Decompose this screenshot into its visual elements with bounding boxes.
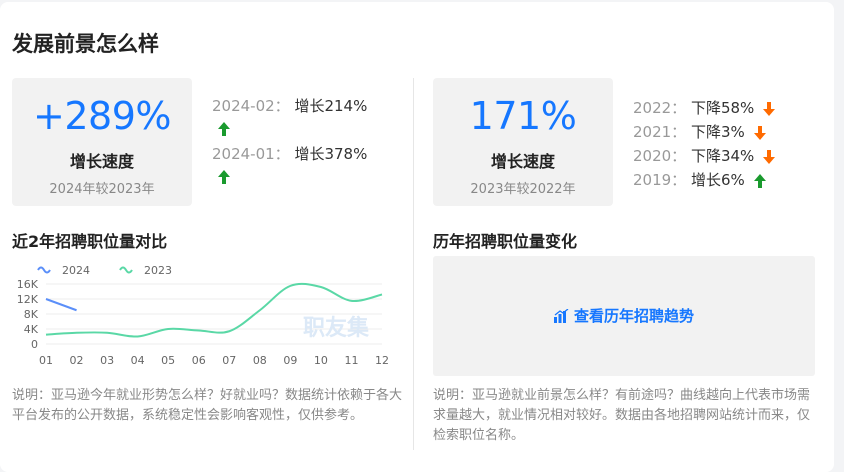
y-tick-label: 4K: [24, 323, 39, 336]
view-history-trend-label: 查看历年招聘趋势: [573, 307, 694, 325]
growth-speed-value: +289%: [33, 94, 171, 138]
x-tick-label: 05: [161, 354, 175, 367]
x-tick-label: 02: [70, 354, 84, 367]
growth-speed-value: 171%: [469, 94, 577, 138]
growth-item: 2024-01： 增长378%: [212, 142, 367, 166]
growth-period: 2024-01：: [212, 145, 290, 163]
growth-speed-label: 增长速度: [490, 152, 555, 171]
arrow-up-icon: [753, 173, 766, 188]
y-tick-label: 12K: [17, 293, 39, 306]
growth-change: 下降3%: [690, 123, 745, 141]
x-tick-label: 06: [192, 354, 206, 367]
growth-period: 2024-02：: [212, 97, 290, 115]
note-right: 说明：亚马逊就业前景怎么样？有前途吗？曲线越向上代表市场需求量越大，就业情况相对…: [433, 388, 811, 443]
x-tick-label: 07: [222, 354, 236, 367]
page-title: 发展前景怎么样: [12, 32, 159, 56]
x-tick-label: 10: [314, 354, 328, 367]
note-left: 说明：亚马逊今年就业形势怎么样？好就业吗？数据统计依赖于各大平台发布的公开数据，…: [12, 388, 403, 423]
growth-change: 增长214%: [294, 97, 368, 115]
legend-label-2024: 2024: [62, 264, 90, 277]
x-tick-label: 12: [375, 354, 389, 367]
arrow-down-icon: [753, 125, 766, 140]
column-divider: [413, 78, 414, 450]
growth-speed-comparison: 2024年较2023年: [49, 182, 155, 197]
growth-period: 2022：: [633, 99, 687, 117]
growth-change: 增长378%: [294, 145, 368, 163]
watermark: 职友集: [303, 315, 370, 341]
series-line-2024[interactable]: [45, 298, 77, 312]
arrow-down-icon: [763, 101, 776, 116]
x-tick-label: 04: [131, 354, 145, 367]
y-tick-label: 0: [31, 338, 38, 351]
x-tick-label: 08: [253, 354, 267, 367]
growth-item: 2020： 下降34%: [633, 144, 776, 168]
growth-speed-box-2024: +289% 增长速度 2024年较2023年: [12, 78, 192, 206]
growth-period: 2019：: [633, 171, 687, 189]
arrow-up-icon: [218, 121, 230, 136]
growth-period: 2020：: [633, 147, 687, 165]
yearly-growth-list: 2022： 下降58% 2021： 下降3% 2020： 下降34% 2019：…: [633, 96, 776, 192]
view-history-trend-link[interactable]: 查看历年招聘趋势: [433, 305, 815, 326]
monthly-growth-list: 2024-02： 增长214% 2024-01： 增长378%: [212, 94, 367, 190]
growth-speed-comparison: 2023年较2022年: [470, 182, 576, 197]
legend-icon-2024: [37, 266, 51, 274]
x-tick-label: 01: [39, 354, 53, 367]
growth-item: 2019： 增长6%: [633, 168, 775, 192]
x-tick-label: 11: [344, 354, 358, 367]
growth-item: 2021： 下降3%: [633, 120, 775, 144]
growth-item: 2024-02： 增长214%: [212, 94, 367, 118]
y-tick-label: 8K: [24, 308, 39, 321]
legend-icon-2023: [119, 266, 133, 274]
y-tick-label: 16K: [17, 278, 39, 291]
history-trend-panel: 查看历年招聘趋势: [433, 256, 815, 376]
growth-period: 2021：: [633, 123, 687, 141]
growth-change: 增长6%: [690, 171, 745, 189]
arrow-down-icon: [763, 149, 776, 164]
prospect-card: 发展前景怎么样 +289% 增长速度 2024年较2023年 2024-02： …: [0, 2, 834, 472]
growth-change: 下降58%: [690, 99, 755, 117]
growth-speed-box-2023: 171% 增长速度 2023年较2022年: [433, 78, 613, 206]
x-tick-label: 09: [283, 354, 297, 367]
legend-label-2023: 2023: [144, 264, 172, 277]
arrow-up-icon: [218, 169, 230, 184]
job-count-line-chart[interactable]: 0 4K 8K 12K 16K 01 02 03 04 05 06 07 08 09 10 11 12 职友集 20…: [6, 258, 398, 372]
section-title-comparison: 近2年招聘职位量对比: [12, 232, 168, 251]
growth-item: 2022： 下降58%: [633, 96, 776, 120]
growth-speed-label: 增长速度: [69, 152, 134, 171]
growth-change: 下降34%: [690, 147, 755, 165]
section-title-history: 历年招聘职位量变化: [433, 232, 578, 251]
bar-chart-icon: [553, 308, 569, 323]
x-tick-label: 03: [100, 354, 114, 367]
